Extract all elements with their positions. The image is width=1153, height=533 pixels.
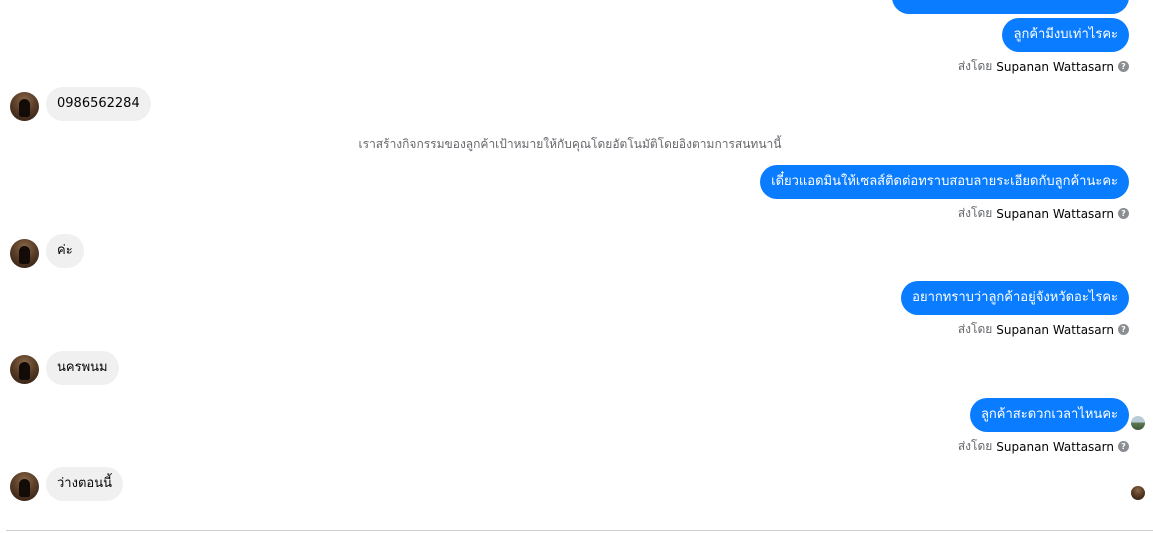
sent-by-label: ส่งโดย Supanan Wattasarn ? — [958, 57, 1129, 76]
info-icon[interactable]: ? — [1118, 441, 1129, 452]
sent-by-prefix: ส่งโดย — [957, 439, 993, 453]
contact-avatar[interactable] — [10, 239, 39, 268]
sender-name: Supanan Wattasarn — [996, 322, 1114, 337]
composer-divider — [6, 530, 1153, 531]
contact-avatar[interactable] — [10, 355, 39, 384]
message-bubble-incoming[interactable]: 0986562284 — [46, 87, 151, 121]
sent-by-label: ส่งโดย Supanan Wattasarn ? — [958, 437, 1129, 456]
sent-by-label: ส่งโดย Supanan Wattasarn ? — [958, 204, 1129, 223]
sent-by-prefix: ส่งโดย — [957, 59, 993, 73]
sent-by-prefix: ส่งโดย — [957, 322, 993, 336]
sent-by-prefix: ส่งโดย — [957, 206, 993, 220]
system-note: เราสร้างกิจกรรมของลูกค้าเป้าหมายให้กับคุ… — [358, 137, 782, 151]
message-bubble-outgoing[interactable]: ลูกค้ามีงบเท่าไรคะ — [1002, 18, 1129, 52]
message-bubble-outgoing[interactable]: เดี๋ยวแอดมินให้เซลส์ติดต่อทราบสอบลายระเอ… — [760, 165, 1129, 199]
seen-avatar — [1131, 486, 1145, 500]
message-bubble-incoming[interactable]: ค่ะ — [46, 234, 84, 268]
info-icon[interactable]: ? — [1118, 208, 1129, 219]
contact-avatar[interactable] — [10, 92, 39, 121]
info-icon[interactable]: ? — [1118, 61, 1129, 72]
message-bubble-outgoing-partial[interactable] — [892, 0, 1129, 14]
message-bubble-outgoing[interactable]: อยากทราบว่าลูกค้าอยู่จังหวัดอะไรคะ — [901, 281, 1129, 315]
sender-name: Supanan Wattasarn — [996, 439, 1114, 454]
contact-avatar[interactable] — [10, 472, 39, 501]
conversation-thread: ลูกค้ามีงบเท่าไรคะ ส่งโดย Supanan Wattas… — [0, 0, 1153, 533]
message-bubble-incoming[interactable]: ว่างตอนนี้ — [46, 467, 123, 501]
sent-by-label: ส่งโดย Supanan Wattasarn ? — [958, 320, 1129, 339]
sender-name: Supanan Wattasarn — [996, 59, 1114, 74]
message-bubble-incoming[interactable]: นครพนม — [46, 351, 119, 385]
sender-name: Supanan Wattasarn — [996, 206, 1114, 221]
read-receipt-avatar — [1131, 416, 1145, 430]
info-icon[interactable]: ? — [1118, 324, 1129, 335]
message-bubble-outgoing[interactable]: ลูกค้าสะดวกเวลาไหนคะ — [969, 398, 1129, 432]
